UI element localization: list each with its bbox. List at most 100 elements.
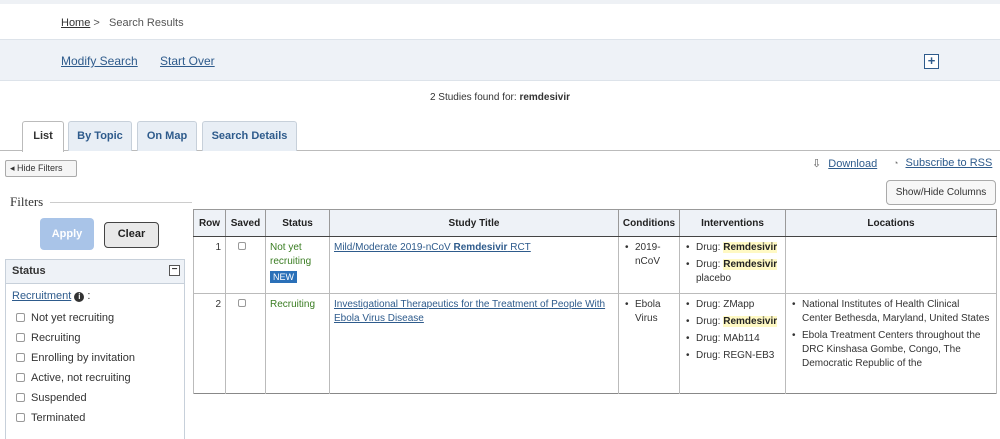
filter-option-suspended[interactable]: Suspended (16, 392, 87, 404)
table-header-row: Row Saved Status Study Title Conditions … (193, 209, 997, 237)
interventions-cell: Drug: ZMapp Drug: Remdesivir Drug: MAb11… (679, 293, 786, 394)
download-link-wrap[interactable]: ⇩ Download (812, 157, 877, 170)
rss-icon: ◔ (893, 158, 899, 168)
rss-link-wrap[interactable]: ◔ Subscribe to RSS (893, 157, 992, 169)
apply-button[interactable]: Apply (40, 218, 94, 250)
column-header-row[interactable]: Row (193, 209, 226, 237)
recruitment-link[interactable]: Recruitment (12, 290, 71, 302)
locations-cell: National Institutes of Health Clinical C… (785, 293, 997, 394)
condition-item: Ebola Virus (623, 298, 675, 326)
table-row: 1 Not yet recruiting NEW Mild/Moderate 2… (193, 236, 997, 294)
arrow-left-icon: ◂ (10, 163, 15, 173)
column-header-study-title[interactable]: Study Title (329, 209, 619, 237)
checkbox[interactable] (16, 313, 25, 322)
locations-cell (785, 236, 997, 294)
recruitment-label: Recruitment i : (12, 290, 91, 302)
title-part: Mild/Moderate 2019-nCoV (334, 242, 454, 253)
status-cell: Recruiting (265, 293, 330, 394)
view-tabs: List By Topic On Map Search Details (0, 121, 1000, 152)
checkbox[interactable] (16, 353, 25, 362)
status-filter-title: Status (12, 265, 46, 277)
column-header-conditions[interactable]: Conditions (618, 209, 680, 237)
option-label: Not yet recruiting (31, 312, 115, 324)
status-cell: Not yet recruiting NEW (265, 236, 330, 294)
intervention-item: Drug: MAb114 (684, 332, 781, 346)
collapse-minus-icon[interactable]: − (169, 265, 180, 276)
saved-cell (225, 236, 266, 294)
filter-option-not-yet-recruiting[interactable]: Not yet recruiting (16, 312, 114, 324)
row-number: 1 (193, 236, 226, 294)
checkbox[interactable] (16, 373, 25, 382)
filters-title: Filters (10, 194, 44, 209)
tab-search-details[interactable]: Search Details (202, 121, 297, 151)
study-title-link[interactable]: Investigational Therapeutics for the Tre… (334, 299, 605, 324)
modify-search-link[interactable]: Modify Search (61, 54, 138, 68)
subscribe-rss-link[interactable]: Subscribe to RSS (906, 157, 993, 169)
filters-divider (50, 202, 192, 203)
condition-item: 2019-nCoV (623, 241, 675, 269)
table-row: 2 Recruiting Investigational Therapeutic… (193, 293, 997, 394)
expand-plus-icon[interactable]: + (924, 54, 939, 69)
checkbox[interactable] (16, 413, 25, 422)
title-part: RCT (507, 242, 531, 253)
show-hide-columns-button[interactable]: Show/Hide Columns (886, 180, 996, 205)
status-text: Recruiting (270, 299, 316, 310)
search-actions-bar: Modify Search Start Over (0, 39, 1000, 81)
hide-filters-label: Hide Filters (17, 163, 63, 173)
saved-cell (225, 293, 266, 394)
download-icon: ⇩ (812, 158, 822, 170)
start-over-link[interactable]: Start Over (160, 54, 215, 68)
option-label: Suspended (31, 392, 87, 404)
tab-on-map[interactable]: On Map (137, 121, 197, 151)
results-summary: 2 Studies found for: remdesivir (0, 92, 1000, 103)
study-title-cell: Investigational Therapeutics for the Tre… (329, 293, 619, 394)
clear-button[interactable]: Clear (104, 222, 159, 248)
intervention-item: Drug: REGN-EB3 (684, 349, 781, 363)
conditions-cell: 2019-nCoV (618, 236, 680, 294)
row-number: 2 (193, 293, 226, 394)
option-label: Active, not recruiting (31, 372, 131, 384)
save-checkbox[interactable] (238, 299, 246, 307)
tab-list[interactable]: List (22, 121, 64, 152)
save-checkbox[interactable] (238, 242, 246, 250)
column-header-saved[interactable]: Saved (225, 209, 266, 237)
column-header-interventions[interactable]: Interventions (679, 209, 786, 237)
study-title-link[interactable]: Mild/Moderate 2019-nCoV Remdesivir RCT (334, 242, 531, 253)
filter-option-recruiting[interactable]: Recruiting (16, 332, 81, 344)
option-label: Recruiting (31, 332, 81, 344)
column-header-locations[interactable]: Locations (785, 209, 997, 237)
column-header-status[interactable]: Status (265, 209, 330, 237)
status-filter-body: Recruitment i : Not yet recruiting Recru… (5, 284, 185, 439)
top-border (0, 0, 1000, 4)
filter-option-active-not-recruiting[interactable]: Active, not recruiting (16, 372, 131, 384)
breadcrumb-separator: > (93, 17, 100, 29)
filter-option-enrolling-by-invitation[interactable]: Enrolling by invitation (16, 352, 135, 364)
results-count-text: 2 Studies found for: (429, 92, 520, 103)
status-text: Not yet recruiting (270, 242, 312, 267)
title-highlight: Remdesivir (453, 242, 508, 253)
intervention-item: Drug: ZMapp (684, 298, 781, 312)
tab-by-topic[interactable]: By Topic (68, 121, 132, 151)
interventions-cell: Drug: Remdesivir Drug: Remdesivirplacebo (679, 236, 786, 294)
new-badge: NEW (270, 271, 297, 283)
info-icon[interactable]: i (74, 292, 85, 302)
location-item: Ebola Treatment Centers throughout the D… (790, 329, 992, 371)
breadcrumb-current: Search Results (109, 17, 184, 29)
status-filter-header[interactable]: Status − (5, 259, 185, 284)
conditions-cell: Ebola Virus (618, 293, 680, 394)
download-link[interactable]: Download (828, 158, 877, 170)
study-title-cell: Mild/Moderate 2019-nCoV Remdesivir RCT (329, 236, 619, 294)
intervention-item: Drug: Remdesivir (684, 241, 781, 255)
results-table: Row Saved Status Study Title Conditions … (193, 209, 997, 394)
intervention-item: Drug: Remdesivir (684, 315, 781, 329)
filter-option-terminated[interactable]: Terminated (16, 412, 85, 424)
option-label: Terminated (31, 412, 86, 424)
location-item: National Institutes of Health Clinical C… (790, 298, 992, 326)
hide-filters-button[interactable]: ◂ Hide Filters (5, 160, 77, 177)
intervention-item: Drug: Remdesivirplacebo (684, 258, 781, 286)
option-label: Enrolling by invitation (31, 352, 135, 364)
breadcrumb: Home > Search Results (61, 17, 184, 29)
checkbox[interactable] (16, 393, 25, 402)
breadcrumb-home-link[interactable]: Home (61, 17, 90, 29)
checkbox[interactable] (16, 333, 25, 342)
